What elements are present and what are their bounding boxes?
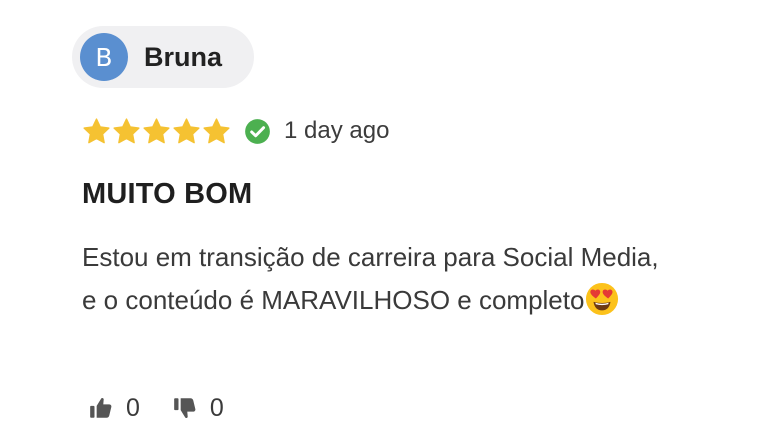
check-circle-icon: [245, 118, 270, 144]
review-text: Estou em transição de carreira para Soci…: [82, 242, 659, 315]
rating-row: 1 day ago: [82, 114, 389, 148]
author-name: Bruna: [144, 41, 223, 72]
avatar: B: [80, 33, 128, 81]
star-icon: [203, 117, 230, 143]
vote-bar: 0 0: [88, 392, 224, 424]
heart-eyes-emoji-icon: [586, 282, 619, 316]
review-date: 1 day ago: [284, 117, 390, 144]
star-rating: [82, 117, 232, 146]
star-icon: [173, 117, 200, 143]
thumbs-down-icon: [174, 398, 196, 419]
star-icon: [143, 117, 170, 143]
thumbs-up-icon: [90, 397, 112, 418]
downvote-button[interactable]: 0: [172, 394, 224, 423]
upvote-count: 0: [126, 393, 140, 422]
author-chip[interactable]: B Bruna: [72, 26, 254, 88]
review-body: Estou em transição de carreira para Soci…: [82, 236, 662, 322]
review-card: B Bruna 1 day ago MUITO BOM Estou em tra…: [0, 0, 768, 443]
avatar-initial: B: [95, 42, 113, 72]
review-title: MUITO BOM: [82, 178, 253, 210]
downvote-count: 0: [209, 393, 224, 422]
star-icon: [113, 117, 140, 143]
star-icon: [83, 117, 110, 143]
upvote-button[interactable]: 0: [88, 394, 140, 423]
